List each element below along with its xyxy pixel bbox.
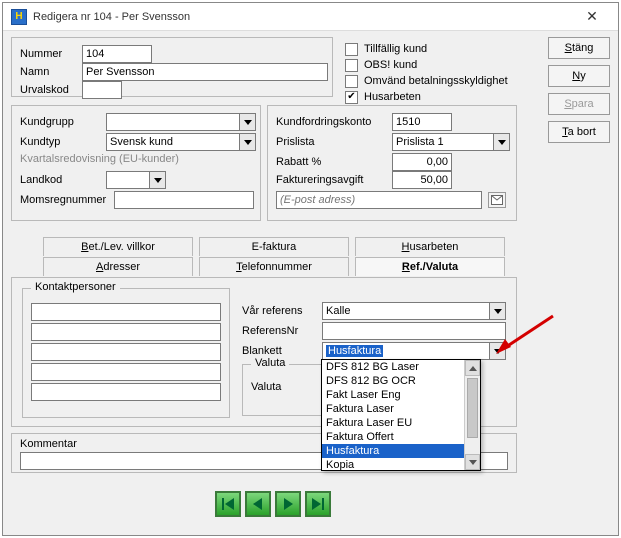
prislista-select[interactable]: Prislista 1 [392, 133, 510, 151]
urvalskod-input[interactable] [82, 81, 122, 99]
kontakt-1-input[interactable] [31, 303, 221, 321]
nummer-label: Nummer [20, 48, 76, 60]
kundfordringskonto-input[interactable] [392, 113, 452, 131]
referensnr-input[interactable] [322, 322, 506, 340]
tab-adresser[interactable]: Adresser [43, 257, 193, 276]
kvartals-label: Kvartalsredovisning (EU-kunder) [20, 153, 179, 165]
scroll-thumb[interactable] [467, 378, 478, 438]
kundfordringskonto-label: Kundfordringskonto [276, 116, 386, 128]
momsreg-label: Momsregnummer [20, 194, 108, 206]
husarbeten-checkbox[interactable]: ✔Husarbeten [345, 89, 508, 105]
tab-bet-lev-villkor[interactable]: Bet./Lev. villkor [43, 237, 193, 256]
omvand-checkbox[interactable]: Omvänd betalningsskyldighet [345, 73, 508, 89]
valuta-group-legend: Valuta [251, 357, 289, 369]
blankett-option[interactable]: Faktura Laser [322, 402, 480, 416]
tab-efaktura[interactable]: E-faktura [199, 237, 349, 256]
tab-ref-valuta[interactable]: Ref./Valuta [355, 257, 505, 276]
blankett-option[interactable]: DFS 812 BG Laser [322, 360, 480, 374]
blankett-option-selected[interactable]: Husfaktura [322, 444, 480, 458]
kontaktpersoner-legend: Kontaktpersoner [31, 281, 120, 293]
blankett-option[interactable]: Kopia [322, 458, 480, 472]
spara-button[interactable]: Spara [548, 93, 610, 115]
window-title: Redigera nr 104 - Per Svensson [33, 11, 574, 23]
namn-label: Namn [20, 66, 76, 78]
blankett-option[interactable]: Faktura Laser EU [322, 416, 480, 430]
faktureringsavgift-label: Faktureringsavgift [276, 174, 386, 186]
stang-button[interactable]: Stäng [548, 37, 610, 59]
chevron-down-icon [489, 343, 505, 359]
chevron-down-icon [493, 134, 509, 150]
tab-telefonnummer[interactable]: Telefonnummer [199, 257, 349, 276]
faktureringsavgift-input[interactable] [392, 171, 452, 189]
namn-input[interactable] [82, 63, 328, 81]
scroll-down-button[interactable] [465, 454, 480, 470]
prislista-label: Prislista [276, 136, 386, 148]
blankett-option[interactable]: Faktura Offert [322, 430, 480, 444]
nav-prev-button[interactable] [245, 491, 271, 517]
kundtyp-select[interactable]: Svensk kund [106, 133, 256, 151]
blankett-select[interactable]: Husfaktura [322, 342, 506, 360]
tab-husarbeten[interactable]: Husarbeten [355, 237, 505, 256]
nav-first-button[interactable] [215, 491, 241, 517]
chevron-down-icon [239, 114, 255, 130]
landkod-label: Landkod [20, 174, 100, 186]
epost-input[interactable] [276, 191, 482, 209]
var-referens-label: Vår referens [242, 305, 316, 317]
kundgrupp-select[interactable] [106, 113, 256, 131]
kontakt-3-input[interactable] [31, 343, 221, 361]
ny-button[interactable]: Ny [548, 65, 610, 87]
nav-last-button[interactable] [305, 491, 331, 517]
kundtyp-label: Kundtyp [20, 136, 100, 148]
chevron-down-icon [489, 303, 505, 319]
close-button[interactable]: ✕ [574, 6, 610, 28]
blankett-label: Blankett [242, 345, 316, 357]
chevron-down-icon [149, 172, 165, 188]
landkod-select[interactable] [106, 171, 166, 189]
blankett-dropdown-list[interactable]: DFS 812 BG Laser DFS 812 BG OCR Fakt Las… [321, 359, 481, 471]
nummer-input[interactable] [82, 45, 152, 63]
scroll-up-button[interactable] [465, 360, 480, 376]
app-icon: H [11, 9, 27, 25]
urvalskod-label: Urvalskod [20, 84, 76, 96]
tabort-button[interactable]: Ta bort [548, 121, 610, 143]
email-button[interactable] [488, 192, 506, 208]
tillfallig-kund-checkbox[interactable]: Tillfällig kund [345, 41, 508, 57]
rabatt-input[interactable] [392, 153, 452, 171]
kontakt-2-input[interactable] [31, 323, 221, 341]
nav-next-button[interactable] [275, 491, 301, 517]
chevron-down-icon [239, 134, 255, 150]
dropdown-scrollbar[interactable] [464, 360, 480, 470]
referensnr-label: ReferensNr [242, 325, 316, 337]
var-referens-select[interactable]: Kalle [322, 302, 506, 320]
valuta-label: Valuta [251, 381, 281, 393]
momsreg-input[interactable] [114, 191, 254, 209]
kommentar-label: Kommentar [20, 438, 77, 450]
rabatt-label: Rabatt % [276, 156, 386, 168]
mail-icon [491, 195, 503, 205]
blankett-option[interactable]: Fakt Laser Eng [322, 388, 480, 402]
kontakt-5-input[interactable] [31, 383, 221, 401]
obs-kund-checkbox[interactable]: OBS! kund [345, 57, 508, 73]
kontakt-4-input[interactable] [31, 363, 221, 381]
blankett-option[interactable]: DFS 812 BG OCR [322, 374, 480, 388]
kundgrupp-label: Kundgrupp [20, 116, 100, 128]
